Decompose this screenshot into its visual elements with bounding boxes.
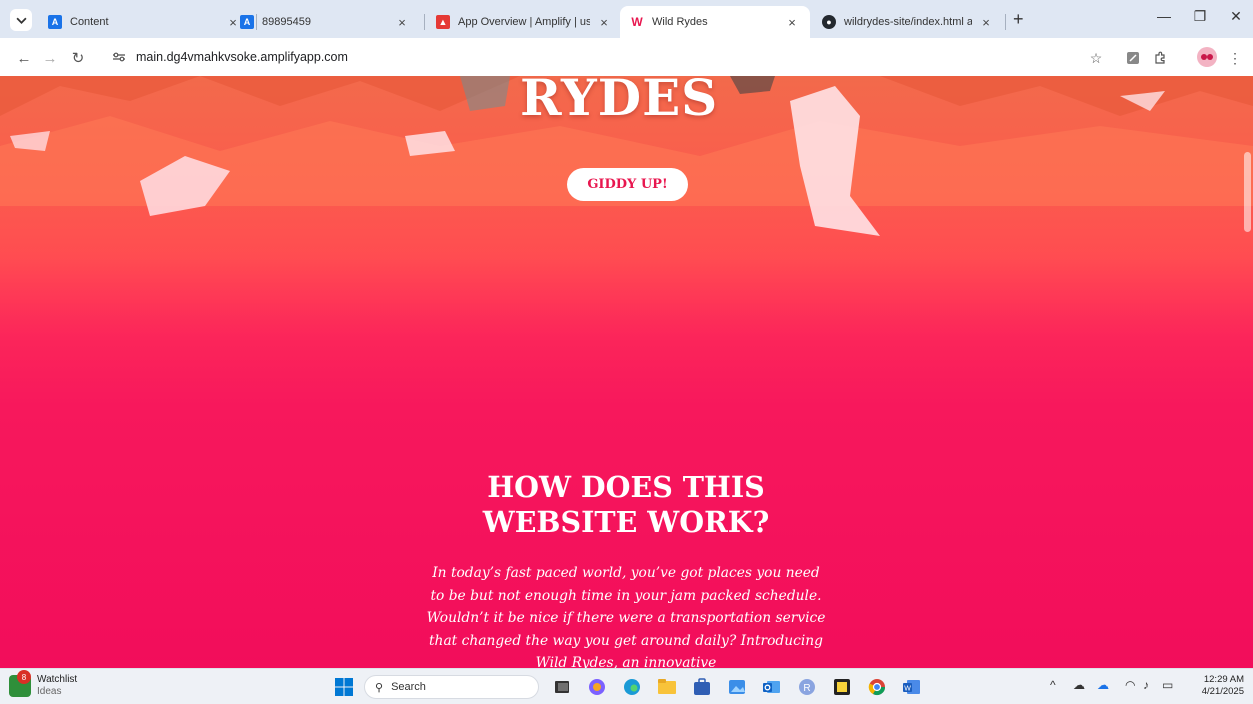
task-view-icon[interactable] bbox=[550, 675, 574, 699]
url-text: main.dg4vmahkvsoke.amplifyapp.com bbox=[136, 50, 348, 64]
github-icon: ● bbox=[822, 15, 836, 29]
new-tab-button[interactable]: + bbox=[1013, 10, 1024, 28]
extensions-puzzle-icon[interactable] bbox=[1150, 48, 1170, 68]
tab-search-button[interactable] bbox=[10, 9, 32, 31]
tab-separator bbox=[1005, 14, 1006, 30]
minimize-icon[interactable]: — bbox=[1144, 8, 1184, 24]
bookmark-star-icon[interactable]: ☆ bbox=[1086, 48, 1106, 68]
widget-subtitle: Ideas bbox=[37, 686, 62, 697]
wifi-icon[interactable]: ◠ bbox=[1125, 678, 1135, 692]
taskbar-search[interactable]: ⚲ Search bbox=[364, 675, 539, 699]
forward-icon[interactable]: → bbox=[40, 48, 60, 68]
battery-icon[interactable]: ▭ bbox=[1162, 678, 1173, 692]
close-icon[interactable]: × bbox=[394, 14, 410, 30]
tab-89895459[interactable]: A 89895459 × bbox=[230, 6, 420, 38]
tab-label: 89895459 bbox=[262, 16, 311, 28]
onedrive-icon[interactable]: ☁ bbox=[1097, 678, 1109, 692]
menu-kebab-icon[interactable]: ⋮ bbox=[1225, 48, 1245, 68]
page-viewport: RYDES GIDDY UP! HOW DOES THIS WEBSITE WO… bbox=[0, 76, 1253, 668]
restore-icon[interactable]: ❐ bbox=[1180, 8, 1220, 25]
tab-strip: A Content × A 89895459 × ▲ App Overview … bbox=[0, 0, 1253, 38]
copilot-icon[interactable] bbox=[585, 675, 609, 699]
wild-rydes-icon: W bbox=[631, 15, 643, 29]
hero-logo-text: RYDES bbox=[520, 76, 719, 127]
photos-icon[interactable] bbox=[725, 675, 749, 699]
r-app-icon[interactable]: R bbox=[795, 675, 819, 699]
watchlist-widget[interactable]: 8 Watchlist Ideas bbox=[9, 670, 78, 698]
tab-github[interactable]: ● wildrydes-site/index.html at ma × bbox=[812, 6, 1004, 38]
tab-label: wildrydes-site/index.html at ma bbox=[844, 16, 972, 28]
giddy-up-button[interactable]: GIDDY UP! bbox=[567, 168, 688, 201]
close-icon[interactable]: × bbox=[784, 14, 800, 30]
extension-icon[interactable] bbox=[1123, 48, 1143, 68]
profile-avatar[interactable] bbox=[1197, 47, 1217, 67]
chrome-icon[interactable] bbox=[865, 675, 889, 699]
chevron-up-icon[interactable]: ^ bbox=[1050, 678, 1056, 692]
aws-amplify-icon: ▲ bbox=[436, 15, 450, 29]
windows-taskbar: 8 Watchlist Ideas ⚲ Search R W ^ ☁ ☁ ◠ ♪… bbox=[0, 668, 1253, 704]
system-clock[interactable]: 12:29 AM 4/21/2025 bbox=[1188, 674, 1244, 698]
browser-toolbar: ← → ↻ main.dg4vmahkvsoke.amplifyapp.com … bbox=[0, 38, 1253, 76]
svg-text:R: R bbox=[803, 683, 810, 694]
word-icon[interactable]: W bbox=[900, 675, 924, 699]
tab-label: Wild Rydes bbox=[652, 16, 708, 28]
clock-time: 12:29 AM bbox=[1203, 674, 1244, 685]
store-icon[interactable] bbox=[690, 675, 714, 699]
tab-separator bbox=[424, 14, 425, 30]
sticky-notes-icon[interactable] bbox=[830, 675, 854, 699]
chevron-down-icon bbox=[15, 17, 27, 24]
edge-icon[interactable] bbox=[620, 675, 644, 699]
tab-label: App Overview | Amplify | us-ea bbox=[458, 16, 590, 28]
notification-badge: 8 bbox=[17, 670, 31, 684]
section-body-text: In today’s fast paced world, you’ve got … bbox=[426, 565, 826, 668]
section-heading: HOW DOES THIS WEBSITE WORK? bbox=[482, 470, 770, 539]
site-info-icon[interactable] bbox=[110, 48, 128, 66]
close-window-icon[interactable]: ✕ bbox=[1216, 8, 1253, 25]
close-icon[interactable]: × bbox=[596, 14, 612, 30]
tab-content[interactable]: A Content × bbox=[38, 6, 251, 38]
clock-date: 4/21/2025 bbox=[1201, 686, 1244, 697]
amplify-icon: A bbox=[48, 15, 62, 29]
close-icon[interactable]: × bbox=[978, 14, 994, 30]
outlook-icon[interactable] bbox=[760, 675, 784, 699]
reload-icon[interactable]: ↻ bbox=[68, 48, 88, 68]
search-icon: ⚲ bbox=[375, 681, 384, 694]
address-bar[interactable]: main.dg4vmahkvsoke.amplifyapp.com bbox=[104, 42, 1080, 72]
file-explorer-icon[interactable] bbox=[655, 675, 679, 699]
tab-wild-rydes[interactable]: W Wild Rydes × bbox=[620, 6, 810, 38]
tab-label: Content bbox=[70, 16, 109, 28]
back-icon[interactable]: ← bbox=[14, 48, 34, 68]
search-label: Search bbox=[391, 681, 426, 693]
tab-app-overview[interactable]: ▲ App Overview | Amplify | us-ea × bbox=[426, 6, 622, 38]
windows-start-icon[interactable] bbox=[332, 675, 356, 699]
cloud-outline-icon[interactable]: ☁ bbox=[1073, 678, 1085, 692]
amplify-icon: A bbox=[240, 15, 254, 29]
widget-title: Watchlist bbox=[37, 674, 78, 685]
page-scrollbar[interactable] bbox=[1244, 152, 1251, 232]
svg-text:W: W bbox=[904, 686, 911, 693]
volume-icon[interactable]: ♪ bbox=[1143, 678, 1149, 692]
stock-chart-icon: 8 bbox=[9, 670, 31, 697]
